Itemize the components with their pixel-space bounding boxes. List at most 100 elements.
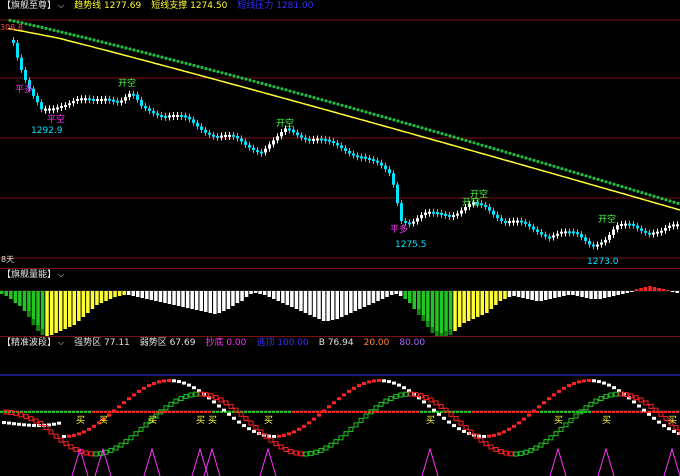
wave-segment — [57, 421, 61, 425]
wave-panel[interactable]: 买买买买买买买买买买 【精准波段】 ⌵ 强势区 77.11 弱势区 67.69 … — [0, 337, 680, 476]
oscillator-step — [353, 422, 359, 428]
wave-segment — [552, 393, 556, 397]
candle-body — [488, 206, 491, 211]
candle-body — [116, 100, 119, 103]
wave-segment — [132, 393, 136, 397]
candle-body — [64, 104, 67, 107]
support-dot — [500, 149, 504, 153]
support-dot — [504, 150, 508, 154]
wave-chart-canvas[interactable]: 买买买买买买买买买买 — [0, 337, 680, 476]
volume-bar — [539, 291, 543, 301]
volume-bar — [308, 291, 312, 315]
candle-body — [548, 236, 551, 239]
wave-segment — [137, 389, 141, 393]
volume-bar — [471, 291, 475, 319]
band-dash — [376, 411, 379, 413]
chevron-down-icon[interactable]: ⌵ — [58, 269, 64, 281]
support-dot — [100, 40, 104, 44]
support-dot — [396, 119, 400, 123]
volume-bar — [13, 291, 18, 303]
volume-bar — [612, 291, 616, 296]
candle-body — [484, 204, 487, 207]
candle-body — [80, 98, 83, 101]
signal-close-long-1: 平多 — [15, 85, 34, 95]
oscillator-step — [343, 431, 349, 437]
band-dash — [188, 411, 191, 413]
main-chart-title[interactable]: 【旗舰至尊】 — [2, 0, 56, 12]
support-dot — [292, 90, 296, 94]
buy-marker: 买 — [196, 415, 205, 426]
oscillator-step — [183, 393, 189, 399]
band-dash — [288, 411, 291, 413]
wave-segment — [177, 380, 181, 384]
band-dash — [280, 411, 283, 413]
candle-body — [24, 69, 27, 81]
candle-body — [340, 145, 343, 149]
wave-segment — [402, 386, 406, 390]
main-chart-canvas[interactable] — [0, 0, 680, 268]
wave-segment — [452, 424, 456, 428]
chevron-down-icon[interactable]: ⌵ — [58, 337, 64, 349]
volume-bar — [185, 291, 190, 308]
candle-body — [200, 126, 203, 130]
volume-bar — [412, 291, 416, 309]
candle-body — [572, 231, 575, 234]
period-label: 8天 — [1, 255, 15, 264]
candle-body — [20, 57, 23, 70]
band-dash — [312, 411, 315, 413]
wave-title[interactable]: 【精准波段】 — [2, 337, 56, 349]
volume-bar — [516, 291, 521, 297]
candle-body — [664, 227, 667, 231]
oscillator-step — [48, 429, 54, 435]
oscillator-step — [503, 450, 509, 456]
band-dash — [340, 411, 343, 413]
band-dash — [204, 411, 207, 413]
band-dash — [364, 411, 367, 413]
volume-chart-canvas[interactable] — [0, 269, 680, 336]
support-dot — [236, 75, 240, 79]
b-legend: B 76.94 — [319, 337, 354, 349]
support-dot — [556, 165, 560, 170]
candle-body — [500, 218, 503, 221]
support-dot — [196, 64, 200, 69]
volume-panel[interactable]: 【旗舰量能】 ⌵ — [0, 269, 680, 336]
volume-bar-tail — [40, 329, 45, 335]
volume-bar — [353, 291, 358, 311]
main-chart-panel[interactable]: 【旗舰至尊】 ⌵ 趋势线 1277.69 短线支撑 1274.50 短线压力 1… — [0, 0, 680, 268]
chevron-down-icon[interactable]: ⌵ — [58, 0, 64, 12]
volume-title[interactable]: 【旗舰量能】 — [2, 269, 56, 281]
candle-body — [156, 113, 159, 116]
band-dash — [520, 411, 523, 413]
band-dash — [560, 411, 563, 413]
volume-bar — [303, 291, 308, 313]
support-dot — [540, 161, 544, 165]
wave-segment — [232, 416, 236, 420]
candle-body — [336, 143, 339, 146]
support-dot — [648, 193, 652, 197]
candle-body — [192, 119, 195, 123]
volume-bar — [299, 291, 303, 311]
candle-body — [48, 108, 51, 111]
candle-body — [632, 223, 635, 226]
wave-segment — [667, 427, 671, 431]
buy-marker: 买 — [99, 415, 108, 426]
band-dash — [56, 411, 59, 413]
volume-bar — [281, 291, 285, 303]
band-dash — [252, 411, 255, 413]
wave-segment — [517, 421, 521, 425]
volume-bar — [476, 291, 480, 317]
wave-segment — [567, 384, 571, 388]
oscillator-step — [298, 451, 304, 457]
support-dot — [620, 185, 624, 189]
band-dash — [88, 411, 91, 413]
volume-bar — [548, 291, 552, 299]
band-dash — [412, 411, 415, 413]
volume-bar-tail — [421, 315, 426, 321]
oscillator-step — [603, 393, 609, 399]
support-dot — [644, 192, 648, 196]
support-dot — [312, 96, 316, 100]
volume-bar — [140, 291, 144, 298]
oscillator-step — [673, 425, 679, 431]
wave-segment — [657, 420, 661, 424]
wave-segment — [317, 413, 321, 417]
